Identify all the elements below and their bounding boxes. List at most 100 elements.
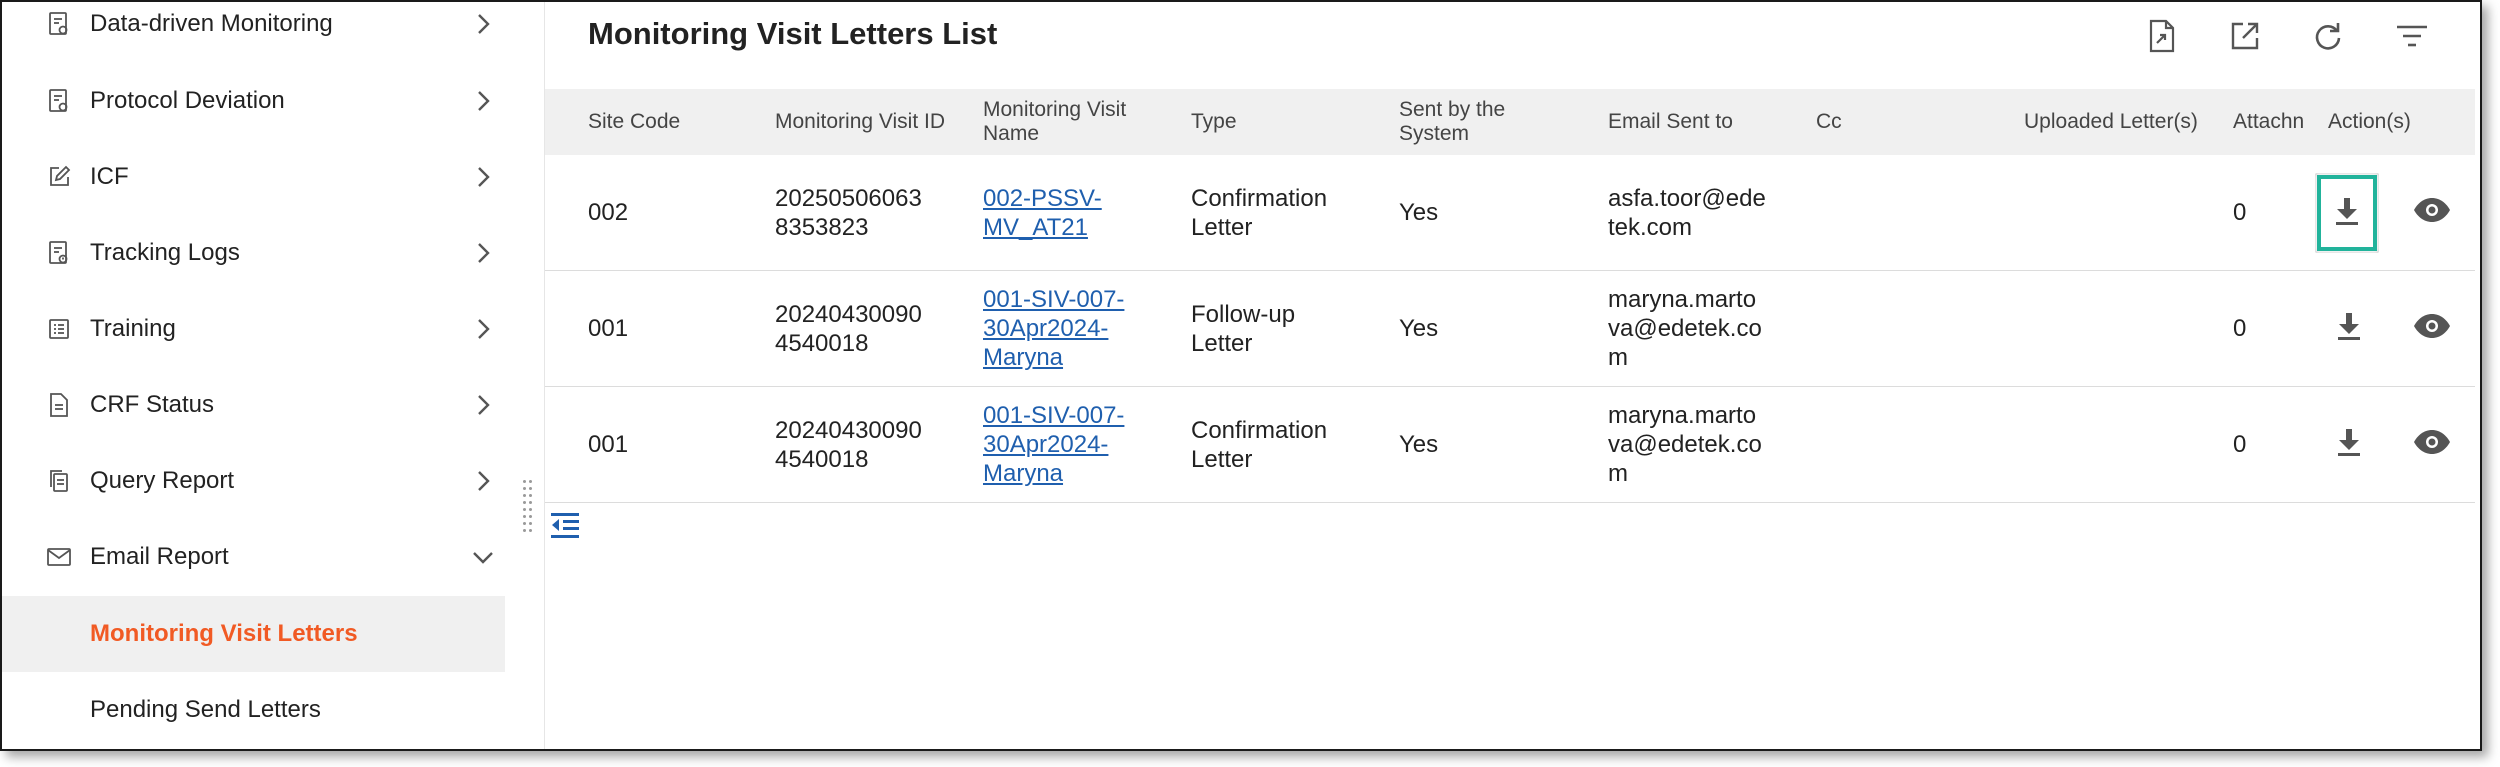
sidebar-item-data-driven-monitoring[interactable]: Data-driven Monitoring [2,2,505,62]
column-header-site-code[interactable]: Site Code [588,89,768,155]
sidebar-item-label: Email Report [90,543,229,570]
column-header-sent-by-system[interactable]: Sent by the System [1399,89,1579,155]
sidebar-item-label: Pending Send Letters [90,696,321,723]
cell-attachments: 0 [2233,431,2247,458]
copy-icon [44,466,74,496]
chevron-right-icon [470,468,496,494]
report-icon [44,9,74,39]
cell-email-sent-to: maryna.marto va@edetek.co m [1608,286,1762,371]
doc-icon [44,390,74,420]
cell-visit-id: 20250506063 8353823 [775,184,922,241]
view-icon [2413,429,2451,460]
cell-type: Confirmation Letter [1191,416,1328,473]
download-icon [2336,427,2362,462]
sidebar-item-icf[interactable]: ICF [2,139,505,215]
view-button[interactable] [2398,155,2466,270]
column-header-attachments[interactable]: Attachn [2233,89,2311,155]
table-row: 001 20240430090 4540018 001-SIV-007- 30A… [545,271,2475,387]
sidebar-item-query-report[interactable]: Query Report [2,443,505,519]
cell-visit-id: 20240430090 4540018 [775,416,922,473]
cell-email-sent-to: maryna.marto va@edetek.co m [1608,402,1762,487]
view-button[interactable] [2398,387,2466,502]
sidebar-item-tracking-logs[interactable]: Tracking Logs [2,215,505,291]
cell-attachments: 0 [2233,199,2247,226]
column-header-type[interactable]: Type [1191,89,1371,155]
edit-icon [44,162,74,192]
chevron-down-icon [470,544,496,570]
main-content: Monitoring Visit Letters List Site Code [544,2,2480,749]
column-header-uploaded-letters[interactable]: Uploaded Letter(s) [2024,89,2204,155]
cell-site-code: 001 [588,431,629,458]
column-header-visit-name[interactable]: Monitoring Visit Name [983,89,1173,155]
page-title: Monitoring Visit Letters List [588,16,998,51]
sidebar-item-label: Data-driven Monitoring [90,10,333,37]
list-icon [44,314,74,344]
view-icon [2413,197,2451,228]
download-icon [2334,196,2360,231]
sidebar-item-label: Monitoring Visit Letters [90,620,358,647]
panel-resize-handle[interactable] [521,480,533,540]
download-button[interactable] [2315,271,2383,386]
chevron-right-icon [470,240,496,266]
sidebar: Data-driven Monitoring Protocol Deviatio… [2,2,505,749]
sidebar-item-label: ICF [90,163,129,190]
table-row: 001 20240430090 4540018 001-SIV-007- 30A… [545,387,2475,503]
view-icon [2413,313,2451,344]
open-external-button[interactable] [2223,16,2267,60]
export-file-icon [2148,19,2176,58]
cell-visit-name: 002-PSSV- MV_AT21 [983,155,1102,270]
cell-visit-id: 20240430090 4540018 [775,300,922,357]
sidebar-item-label: CRF Status [90,391,215,418]
refresh-icon [2312,20,2344,57]
column-header-email-sent-to[interactable]: Email Sent to [1608,89,1788,155]
sidebar-item-protocol-deviation[interactable]: Protocol Deviation [2,63,505,139]
cell-type: Follow-up Letter [1191,300,1296,357]
cell-site-code: 002 [588,199,629,226]
log-icon [44,238,74,268]
table-row: 002 20250506063 8353823 002-PSSV- MV_AT2… [545,155,2475,271]
visit-name-link[interactable]: 001-SIV-007- 30Apr2024- Maryna [983,285,1124,372]
filter-button[interactable] [2390,16,2434,60]
chevron-right-icon [470,164,496,190]
sidebar-item-label: Tracking Logs [90,239,240,266]
cell-site-code: 001 [588,315,629,342]
cell-sent-by-system: Yes [1399,315,1439,342]
sidebar-item-crf-status[interactable]: CRF Status [2,367,505,443]
chevron-right-icon [470,392,496,418]
sidebar-item-label: Query Report [90,467,235,494]
cell-email-sent-to: asfa.toor@ede tek.com [1608,184,1766,241]
open-external-icon [2229,20,2261,57]
sidebar-subitem-pending-send-letters[interactable]: Pending Send Letters [2,672,505,748]
cell-attachments: 0 [2233,315,2247,342]
report-icon [44,86,74,116]
sidebar-item-training[interactable]: Training [2,291,505,367]
visit-name-link[interactable]: 002-PSSV- MV_AT21 [983,184,1102,242]
download-button[interactable] [2315,387,2383,502]
view-button[interactable] [2398,271,2466,386]
collapse-sidebar-button[interactable] [545,508,585,548]
cell-sent-by-system: Yes [1399,199,1439,226]
filter-icon [2395,24,2429,53]
column-header-cc[interactable]: Cc [1816,89,1996,155]
sidebar-item-label: Training [90,315,176,342]
app-window: Data-driven Monitoring Protocol Deviatio… [0,0,2482,751]
sidebar-item-label: Protocol Deviation [90,87,285,114]
column-header-actions: Action(s) [2328,110,2411,133]
chevron-right-icon [470,88,496,114]
chevron-right-icon [470,11,496,37]
collapse-icon [549,511,581,546]
cell-sent-by-system: Yes [1399,431,1439,458]
sidebar-item-email-report[interactable]: Email Report [2,519,505,595]
chevron-right-icon [470,316,496,342]
column-header-visit-id[interactable]: Monitoring Visit ID [775,89,955,155]
sidebar-subitem-monitoring-visit-letters[interactable]: Monitoring Visit Letters [2,596,505,672]
mail-icon [44,542,74,572]
cell-visit-name: 001-SIV-007- 30Apr2024- Maryna [983,387,1124,502]
visit-name-link[interactable]: 001-SIV-007- 30Apr2024- Maryna [983,401,1124,488]
export-button[interactable] [2140,16,2184,60]
cell-type: Confirmation Letter [1191,184,1328,241]
download-button[interactable] [2315,173,2379,253]
refresh-button[interactable] [2306,16,2350,60]
cell-visit-name: 001-SIV-007- 30Apr2024- Maryna [983,271,1124,386]
letters-table: Site Code Monitoring Visit ID Monitoring… [545,89,2475,503]
